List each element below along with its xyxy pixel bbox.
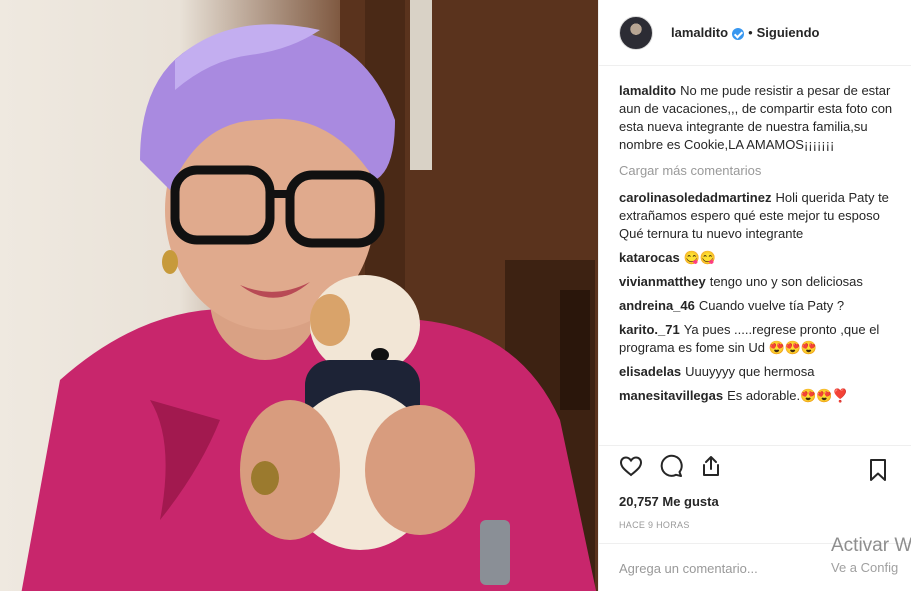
comment-item: karito._71 Ya pues .....regrese pronto ,q… [619, 321, 903, 357]
windows-activation-watermark-subtext: Ve a Config [831, 560, 899, 575]
comment-item: manesitavillegas Es adorable.😍😍❣️ [619, 387, 903, 405]
comments-list: lamaldito No me pude resistir a pesar de … [619, 82, 903, 442]
comment-username[interactable]: carolinasoledadmartinez [619, 190, 771, 205]
caption: lamaldito No me pude resistir a pesar de … [619, 82, 903, 154]
share-icon[interactable] [699, 454, 723, 478]
comment-text: tengo uno y son deliciosas [709, 274, 863, 289]
post-photo[interactable] [0, 0, 598, 591]
comment-text: Uuuyyyy que hermosa [685, 364, 815, 379]
header-separator: • [748, 25, 753, 40]
comment-username[interactable]: manesitavillegas [619, 388, 723, 403]
comment-username[interactable]: elisadelas [619, 364, 681, 379]
comment-username[interactable]: katarocas [619, 250, 680, 265]
comment-item: andreina_46 Cuando vuelve tía Paty ? [619, 297, 903, 315]
heart-icon[interactable] [619, 454, 643, 478]
post-author-username[interactable]: lamaldito [671, 25, 728, 40]
following-button[interactable]: Siguiendo [757, 25, 820, 40]
post-panel: lamaldito • Siguiendo lamaldito No me pud… [598, 0, 911, 591]
comment-item: vivianmatthey tengo uno y son deliciosas [619, 273, 903, 291]
verified-icon [732, 27, 745, 40]
like-count[interactable]: 20,757 Me gusta [619, 494, 719, 509]
post-photo-illustration [21, 0, 598, 591]
windows-activation-watermark: Activar W [831, 535, 911, 556]
avatar[interactable] [619, 15, 653, 50]
comment-text: 😋😋 [683, 250, 717, 265]
comment-item: elisadelas Uuuyyyy que hermosa [619, 363, 903, 381]
post-header: lamaldito • Siguiendo [599, 0, 911, 66]
post-timestamp: HACE 9 HORAS [619, 520, 690, 530]
comment-username[interactable]: karito._71 [619, 322, 680, 337]
comment-item: carolinasoledadmartinez Holi querida Paty… [619, 189, 903, 243]
comment-item: katarocas 😋😋 [619, 249, 903, 267]
caption-username[interactable]: lamaldito [619, 83, 676, 98]
action-bar [599, 445, 911, 485]
comment-username[interactable]: vivianmatthey [619, 274, 706, 289]
comment-username[interactable]: andreina_46 [619, 298, 695, 313]
comment-text-line2: Qué ternura tu nuevo integrante [619, 226, 804, 241]
comment-text: Cuando vuelve tía Paty ? [698, 298, 845, 313]
bookmark-icon[interactable] [866, 458, 890, 482]
comment-text: Es adorable.😍😍❣️ [727, 388, 849, 403]
load-more-comments-button[interactable]: Cargar más comentarios [619, 162, 903, 180]
comment-icon[interactable] [659, 454, 683, 478]
